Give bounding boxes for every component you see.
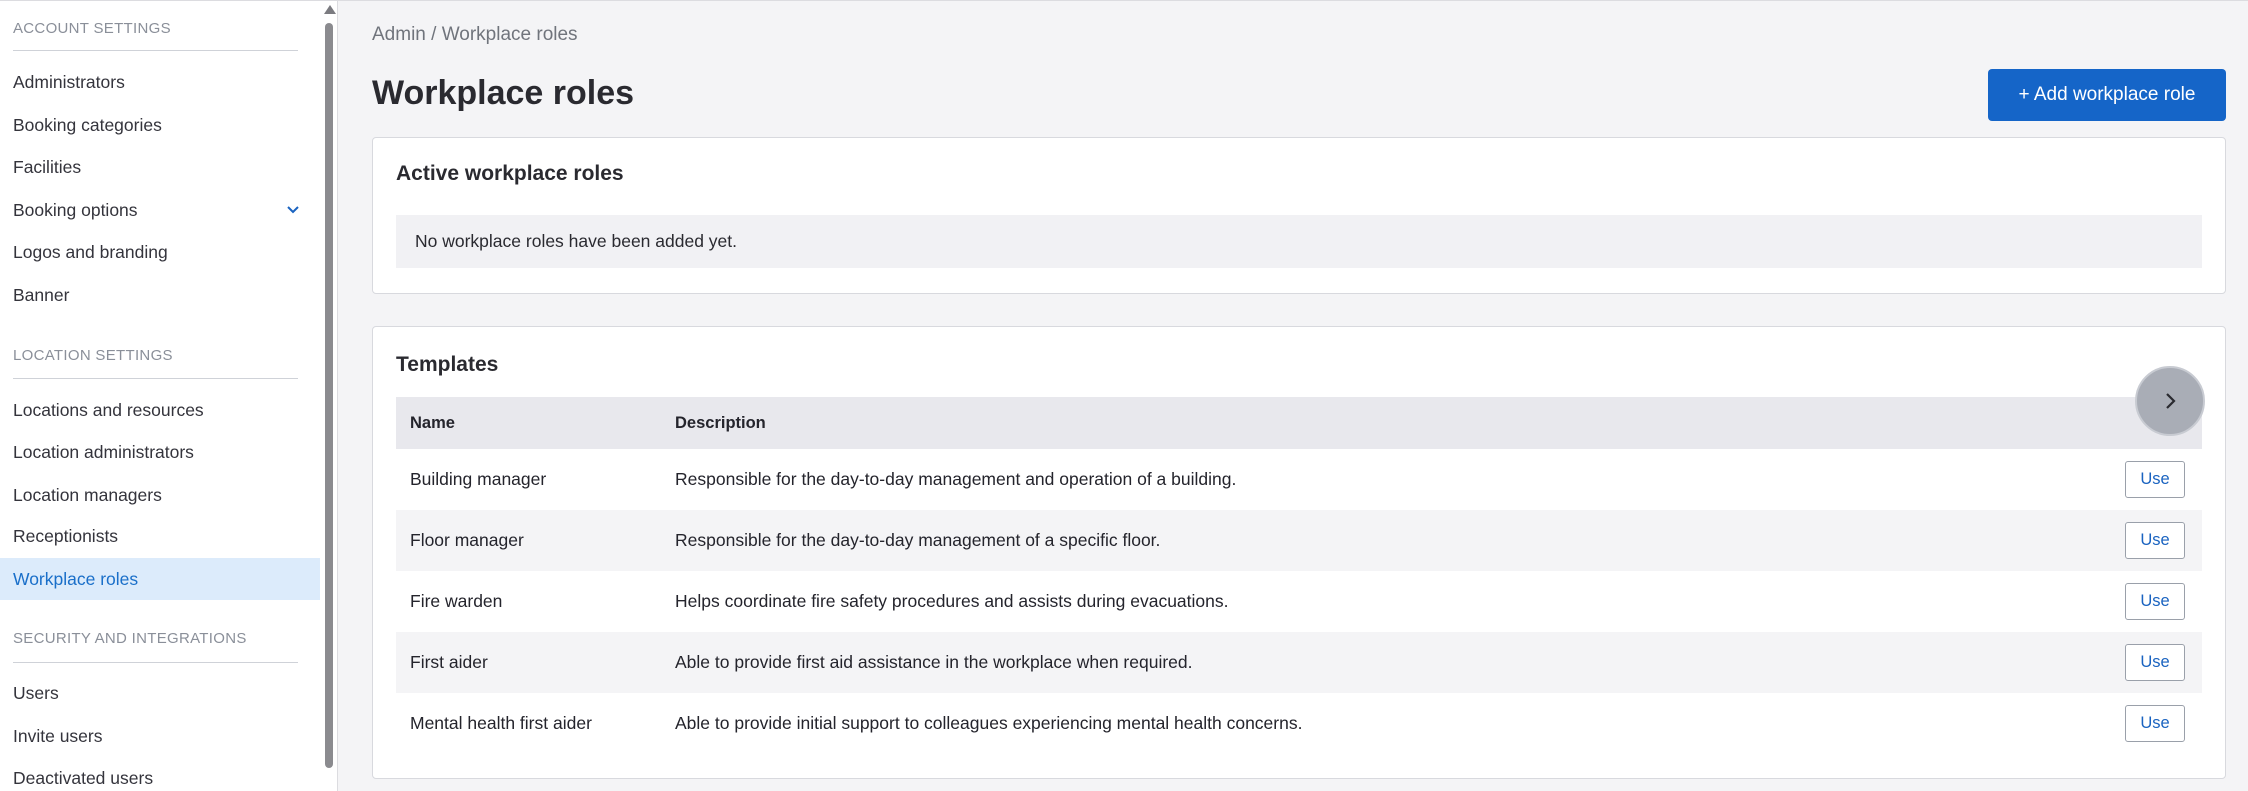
sidebar-item-logos-and-branding[interactable]: Logos and branding xyxy=(0,231,320,273)
section-title-security-and-integrations: SECURITY AND INTEGRATIONS xyxy=(13,630,247,647)
scrollbar-thumb[interactable] xyxy=(325,23,333,768)
sidebar-item-label: Banner xyxy=(13,284,70,305)
sidebar-item-receptionists[interactable]: Receptionists xyxy=(0,515,320,557)
role-description: Able to provide first aid assistance in … xyxy=(675,652,1193,672)
sidebar-item-banner[interactable]: Banner xyxy=(0,274,320,316)
sidebar-item-label: Facilities xyxy=(13,156,82,177)
use-template-button[interactable]: Use xyxy=(2125,461,2185,498)
sidebar-item-label: Locations and resources xyxy=(13,399,204,420)
sidebar-item-booking-options[interactable]: Booking options xyxy=(0,189,320,231)
sidebar-item-locations-and-resources[interactable]: Locations and resources xyxy=(0,389,320,431)
table-row: First aider Able to provide first aid as… xyxy=(396,632,2202,693)
column-header-description: Description xyxy=(675,414,766,432)
sidebar-scrollbar[interactable] xyxy=(320,1,337,791)
empty-state-text: No workplace roles have been added yet. xyxy=(415,231,738,251)
sidebar-item-label: Logos and branding xyxy=(13,241,168,262)
section-divider xyxy=(13,662,298,663)
use-template-button[interactable]: Use xyxy=(2125,583,2185,620)
sidebar-item-label: Workplace roles xyxy=(13,568,139,589)
role-name: Mental health first aider xyxy=(410,713,592,733)
scroll-up-arrow-icon[interactable] xyxy=(324,5,336,14)
sidebar-item-users[interactable]: Users xyxy=(0,672,320,714)
sidebar-item-location-administrators[interactable]: Location administrators xyxy=(0,431,320,473)
sidebar-item-label: Booking categories xyxy=(13,114,162,135)
sidebar-item-label: Receptionists xyxy=(13,525,119,546)
sidebar-item-label: Users xyxy=(13,682,59,703)
empty-state-message: No workplace roles have been added yet. xyxy=(396,215,2202,268)
app-window: ACCOUNT SETTINGS Administrators Booking … xyxy=(0,0,2248,791)
sidebar-item-label: Booking options xyxy=(13,199,138,220)
sidebar-item-label: Deactivated users xyxy=(13,767,154,788)
role-name: First aider xyxy=(410,652,488,672)
main-content: Admin / Workplace roles Workplace roles … xyxy=(339,1,2248,791)
sidebar-item-workplace-roles[interactable]: Workplace roles xyxy=(0,558,320,600)
sidebar-item-label: Invite users xyxy=(13,725,103,746)
role-description: Able to provide initial support to colle… xyxy=(675,713,1303,733)
sidebar-item-invite-users[interactable]: Invite users xyxy=(0,715,320,757)
table-row: Mental health first aider Able to provid… xyxy=(396,693,2202,754)
role-description: Responsible for the day-to-day managemen… xyxy=(675,530,1161,550)
active-roles-heading: Active workplace roles xyxy=(396,162,624,185)
templates-card: Templates Name Description Building mana… xyxy=(372,326,2226,779)
admin-sidebar: ACCOUNT SETTINGS Administrators Booking … xyxy=(0,1,338,791)
table-header: Name Description xyxy=(396,397,2202,449)
role-name: Floor manager xyxy=(410,530,524,550)
sidebar-item-booking-categories[interactable]: Booking categories xyxy=(0,104,320,146)
floating-next-button[interactable] xyxy=(2135,366,2205,436)
use-template-button[interactable]: Use xyxy=(2125,522,2185,559)
sidebar-item-facilities[interactable]: Facilities xyxy=(0,146,320,188)
use-template-button[interactable]: Use xyxy=(2125,644,2185,681)
sidebar-item-label: Location administrators xyxy=(13,441,194,462)
add-workplace-role-button[interactable]: + Add workplace role xyxy=(1988,69,2226,121)
page-title: Workplace roles xyxy=(372,74,635,112)
sidebar-item-administrators[interactable]: Administrators xyxy=(0,61,320,103)
role-description: Helps coordinate fire safety procedures … xyxy=(675,591,1229,611)
role-name: Building manager xyxy=(410,469,547,489)
sidebar-item-location-managers[interactable]: Location managers xyxy=(0,474,320,516)
table-row: Building manager Responsible for the day… xyxy=(396,449,2202,510)
breadcrumb[interactable]: Admin / Workplace roles xyxy=(372,24,578,46)
table-row: Fire warden Helps coordinate fire safety… xyxy=(396,571,2202,632)
chevron-right-icon xyxy=(2166,393,2176,409)
role-name: Fire warden xyxy=(410,591,503,611)
active-workplace-roles-card: Active workplace roles No workplace role… xyxy=(372,137,2226,294)
column-header-name: Name xyxy=(410,414,455,432)
use-template-button[interactable]: Use xyxy=(2125,705,2185,742)
section-divider xyxy=(13,50,298,51)
templates-heading: Templates xyxy=(396,353,499,376)
section-title-location-settings: LOCATION SETTINGS xyxy=(13,347,173,364)
section-divider xyxy=(13,378,298,379)
sidebar-item-label: Location managers xyxy=(13,484,162,505)
role-description: Responsible for the day-to-day managemen… xyxy=(675,469,1237,489)
table-row: Floor manager Responsible for the day-to… xyxy=(396,510,2202,571)
section-title-account-settings: ACCOUNT SETTINGS xyxy=(13,20,171,37)
sidebar-item-deactivated-users[interactable]: Deactivated users xyxy=(0,757,320,791)
chevron-down-icon[interactable] xyxy=(284,201,302,219)
sidebar-item-label: Administrators xyxy=(13,71,125,92)
